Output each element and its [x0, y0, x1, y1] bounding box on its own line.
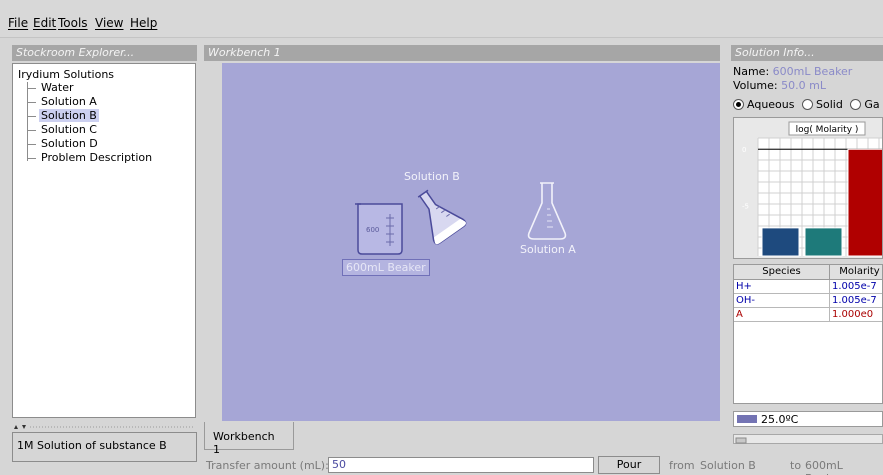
beaker-label[interactable]: 600mL Beaker: [342, 259, 430, 276]
chart-ytick-label: 0: [742, 146, 746, 154]
beaker-marking: 600: [366, 226, 379, 234]
stockroom-tree: Irydium Solutions Water Solution A Solut…: [12, 63, 196, 418]
species-cell: A: [734, 308, 830, 322]
tree-item-label: Solution D: [41, 137, 98, 150]
species-table: Species Molarity H+ 1.005e-7 OH- 1.005e-7 A 1…: [733, 264, 883, 404]
item-description: 1M Solution of substance B: [12, 432, 197, 462]
temperature-slider[interactable]: [733, 434, 883, 444]
from-value: Solution B: [700, 459, 756, 472]
tree-item-water[interactable]: Water: [27, 81, 76, 95]
menu-tools[interactable]: Tools: [58, 16, 88, 30]
molarity-cell: 1.005e-7: [830, 280, 882, 294]
radio-aqueous-dot[interactable]: [733, 99, 744, 110]
chart-bar: [847, 148, 882, 257]
flask-a-label: Solution A: [520, 243, 576, 256]
tree-root[interactable]: Irydium Solutions: [18, 68, 114, 81]
tree-item-label: Problem Description: [41, 151, 153, 164]
info-volume-row: Volume: 50.0 mL: [733, 79, 826, 92]
splitter-down-arrow[interactable]: [22, 425, 26, 429]
info-volume-label: Volume:: [733, 79, 778, 92]
transfer-label: Transfer amount (mL):: [206, 459, 329, 472]
radio-aqueous-label: Aqueous: [747, 98, 795, 111]
molarity-cell: 1.000e0: [830, 308, 882, 322]
species-header[interactable]: Species: [734, 265, 830, 280]
menu-file[interactable]: File: [8, 16, 28, 30]
chart-bar: [761, 227, 800, 257]
workbench-title: Workbench 1: [204, 45, 720, 61]
tree-item-solution-a[interactable]: Solution A: [27, 95, 99, 109]
tree-item-solution-c[interactable]: Solution C: [27, 123, 99, 137]
workbench-area[interactable]: 600 600mL Beaker Solution B Solution A: [222, 63, 720, 421]
molarity-cell: 1.005e-7: [830, 294, 882, 308]
radio-solid[interactable]: Solid: [802, 98, 843, 111]
species-cell: H+: [734, 280, 830, 294]
molarity-header[interactable]: Molarity: [830, 265, 882, 280]
tree-item-problem-description[interactable]: Problem Description: [27, 151, 154, 165]
info-name-value: 600mL Beaker: [772, 65, 853, 78]
chart-ytick-label: -5: [742, 202, 749, 210]
menu-view[interactable]: View: [95, 16, 123, 30]
info-name-row: Name: 600mL Beaker: [733, 65, 852, 78]
pour-button[interactable]: Pour: [598, 456, 660, 474]
from-label: from: [669, 459, 695, 472]
beaker-icon[interactable]: 600: [354, 200, 406, 256]
to-value: 600mL Beaker: [805, 459, 843, 475]
chart-bar: [804, 227, 843, 257]
radio-solid-dot[interactable]: [802, 99, 813, 110]
radio-gas-label: Ga: [864, 98, 880, 111]
tree-item-solution-d[interactable]: Solution D: [27, 137, 100, 151]
species-cell: OH-: [734, 294, 830, 308]
tab-workbench-1[interactable]: Workbench 1: [204, 422, 294, 456]
radio-gas-dot[interactable]: [850, 99, 862, 110]
workbench-tabs: Workbench 1: [204, 422, 720, 456]
solution-info-title: Solution Info...: [731, 45, 883, 61]
flask-b-icon[interactable]: [410, 187, 467, 245]
info-name-label: Name:: [733, 65, 770, 78]
flask-b-label: Solution B: [404, 170, 460, 183]
temperature-value: 25.0ºC: [761, 413, 799, 426]
temperature-display: 25.0ºC: [733, 411, 883, 427]
tree-item-label: Solution A: [41, 95, 97, 108]
radio-aqueous[interactable]: Aqueous: [733, 98, 795, 111]
menu-bar: File Edit Tools View Help: [0, 0, 883, 38]
radio-gas[interactable]: Ga: [850, 98, 880, 111]
phase-radio-group: Aqueous Solid Ga: [733, 98, 883, 111]
workbench-title-text: Workbench 1: [208, 46, 281, 59]
menu-help[interactable]: Help: [130, 16, 157, 30]
splitter-up-arrow[interactable]: [14, 425, 18, 429]
splitter-handle[interactable]: [12, 423, 197, 431]
menu-edit[interactable]: Edit: [33, 16, 56, 30]
molarity-chart: 0 -5 log( Molarity ): [733, 117, 883, 259]
temperature-swatch: [737, 415, 757, 423]
to-label: to: [790, 459, 802, 472]
tree-item-solution-b[interactable]: Solution B: [27, 109, 99, 123]
tree-item-label: Solution B: [39, 109, 99, 122]
transfer-bar: Transfer amount (mL): 50 Pour from Solut…: [204, 455, 883, 475]
tree-item-label: Water: [41, 81, 74, 94]
radio-solid-label: Solid: [816, 98, 843, 111]
stockroom-title: Stockroom Explorer...: [12, 45, 197, 61]
flask-a-icon[interactable]: [526, 181, 568, 243]
slider-thumb-icon[interactable]: [734, 437, 882, 445]
transfer-amount-input[interactable]: 50: [328, 457, 594, 473]
info-volume-value: 50.0 mL: [781, 79, 826, 92]
molarity-chart-svg: 0 -5 log( Molarity ): [742, 121, 882, 257]
chart-title: log( Molarity ): [796, 125, 859, 135]
tree-item-label: Solution C: [41, 123, 97, 136]
